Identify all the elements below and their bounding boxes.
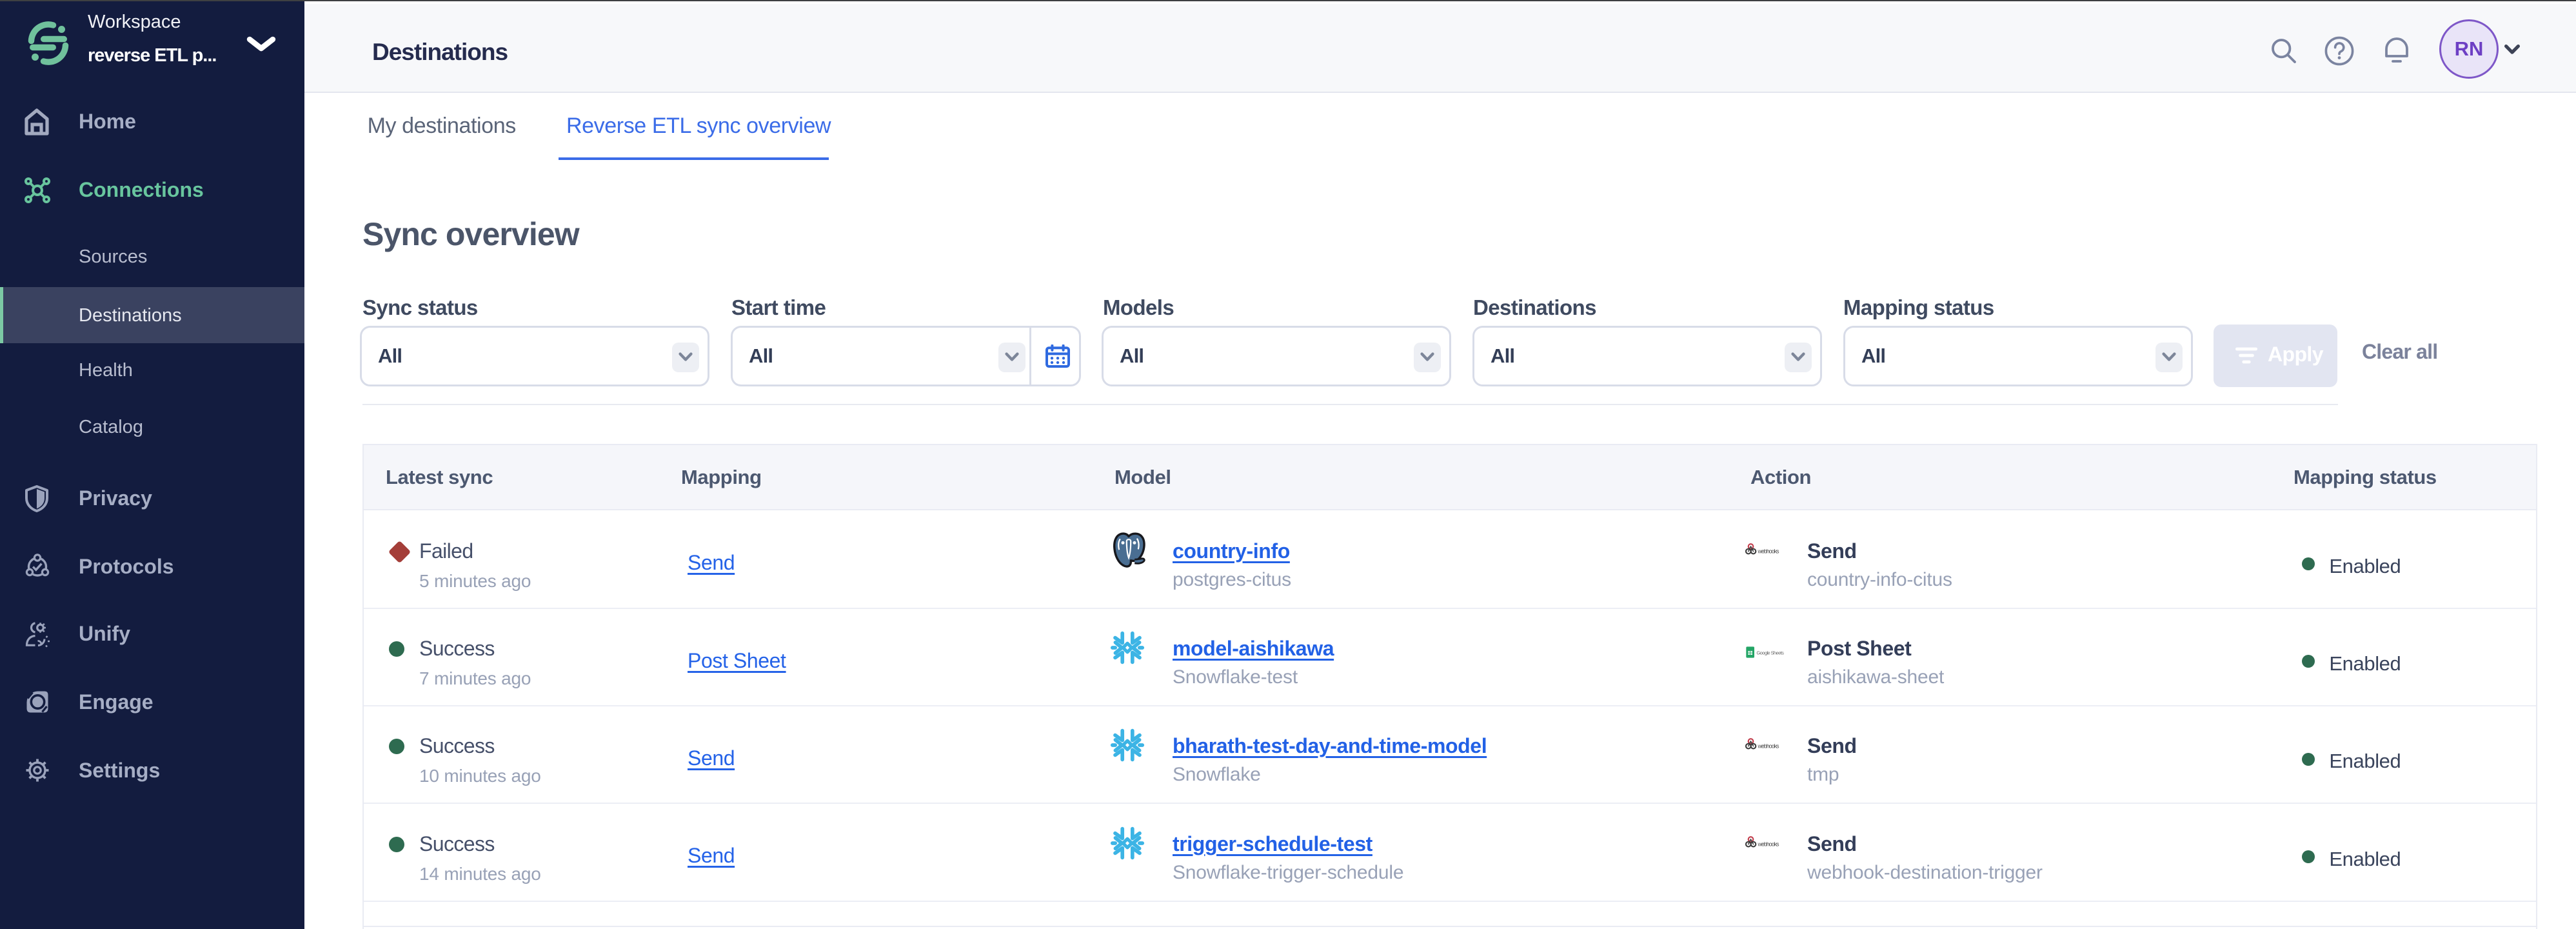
svg-text:Google Sheets: Google Sheets bbox=[1756, 650, 1784, 656]
svg-text:webhooks: webhooks bbox=[1758, 743, 1780, 750]
svg-text:webhooks: webhooks bbox=[1758, 548, 1780, 554]
svg-text:webhooks: webhooks bbox=[1758, 841, 1780, 847]
